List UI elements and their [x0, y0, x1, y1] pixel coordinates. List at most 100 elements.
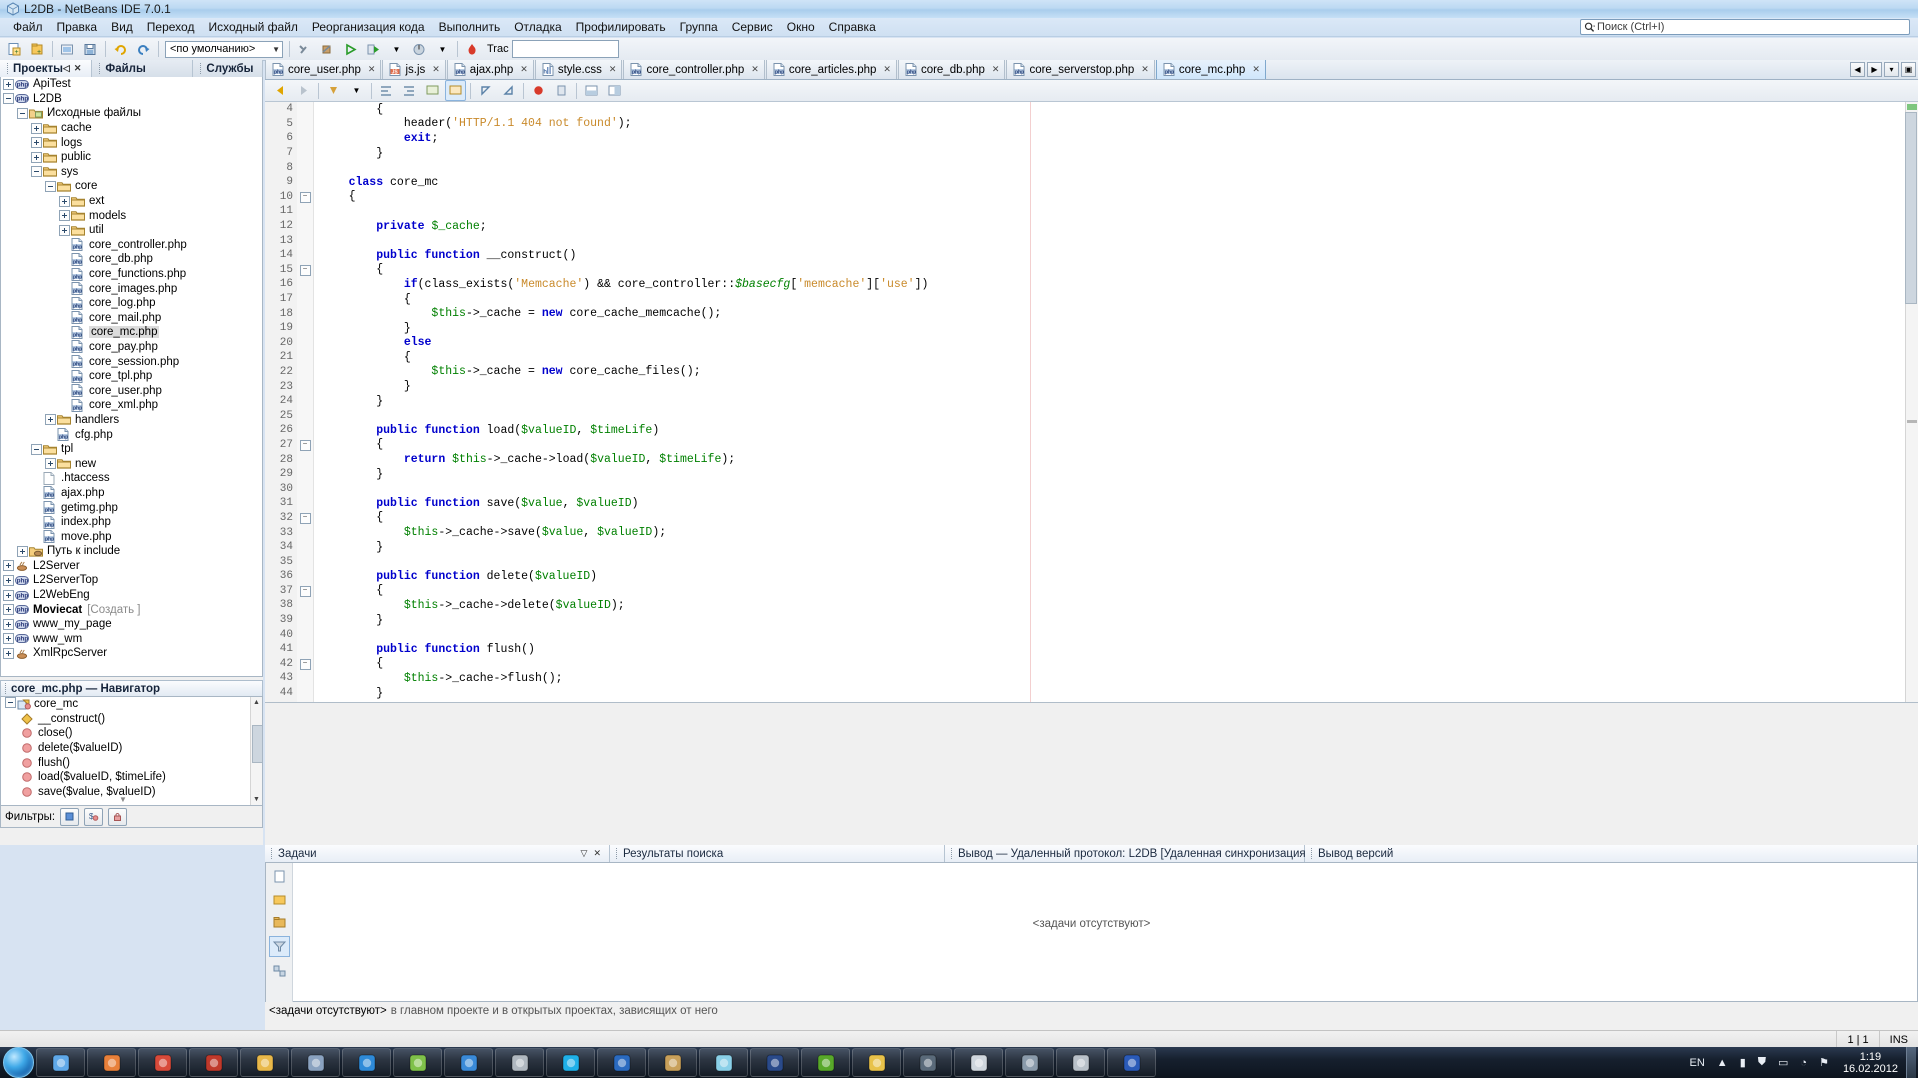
comment-icon[interactable]	[422, 80, 443, 101]
code-line[interactable]: 30	[265, 481, 1918, 496]
tree-node[interactable]: handlers	[1, 413, 262, 428]
navigator-member[interactable]: __construct()	[1, 712, 262, 727]
taskbar-item-save-app[interactable]	[291, 1048, 340, 1077]
tab-files[interactable]: Файлы	[92, 60, 194, 77]
code-line[interactable]: 24 }	[265, 394, 1918, 409]
editor-tab-js-js[interactable]: JS js.js ✕	[382, 60, 446, 79]
taskbar-item-word[interactable]	[1107, 1048, 1156, 1077]
tree-node[interactable]: XmlRpcServer	[1, 646, 262, 661]
taskbar-item-package[interactable]	[648, 1048, 697, 1077]
close-icon[interactable]: ✕	[368, 64, 376, 75]
tree-node[interactable]: php core_controller.php	[1, 238, 262, 253]
collapse-icon[interactable]	[31, 443, 42, 455]
back-icon[interactable]	[270, 80, 291, 101]
code-line[interactable]: 31 public function save($value, $valueID…	[265, 496, 1918, 511]
configuration-combo[interactable]: <по умолчанию> ▼	[165, 40, 283, 58]
fold-collapse-icon[interactable]: −	[297, 191, 313, 203]
search-input[interactable]: Поиск (Ctrl+I)	[1580, 19, 1910, 35]
menu-tools[interactable]: Сервис	[725, 18, 780, 36]
code-editor[interactable]: 4 {5 header('HTTP/1.1 404 not found'); 6 …	[265, 102, 1918, 703]
show-desktop-button[interactable]	[1906, 1047, 1916, 1078]
tree-node[interactable]: php www_my_page	[1, 617, 262, 632]
project-scope-icon[interactable]	[270, 913, 289, 932]
fold-collapse-icon[interactable]: −	[297, 439, 313, 451]
tree-node[interactable]: .htaccess	[1, 471, 262, 486]
code-line[interactable]: 15− {	[265, 263, 1918, 278]
fold-collapse-icon[interactable]: −	[297, 264, 313, 276]
profile-icon[interactable]	[409, 39, 430, 60]
close-icon[interactable]: ✕	[74, 63, 82, 74]
tree-node[interactable]: php ajax.php	[1, 486, 262, 501]
code-line[interactable]: 7 }	[265, 146, 1918, 161]
flag-icon[interactable]: ⚑	[1813, 1056, 1835, 1069]
fold-collapse-icon[interactable]: −	[297, 658, 313, 670]
tree-node[interactable]: php core_images.php	[1, 281, 262, 296]
filter-icon[interactable]: ▽	[581, 848, 588, 859]
tree-node[interactable]: php Moviecat [Создать ]	[1, 602, 262, 617]
new-project-icon[interactable]: +	[27, 39, 48, 60]
collapse-icon[interactable]	[3, 93, 14, 105]
expand-icon[interactable]	[3, 589, 14, 601]
editor-tab-ajax-php[interactable]: php ajax.php ✕	[446, 60, 534, 79]
shift-left-icon[interactable]	[376, 80, 397, 101]
split-horizontal-icon[interactable]	[581, 80, 602, 101]
code-line[interactable]: 12 private $_cache;	[265, 219, 1918, 234]
code-line[interactable]: 18 $this->_cache = new core_cache_memcac…	[265, 306, 1918, 321]
tasks-panel[interactable]: <задачи отсутствуют>	[265, 862, 1918, 1003]
scroll-down-icon[interactable]: ▼	[253, 796, 260, 803]
battery-icon[interactable]: ▭	[1772, 1056, 1794, 1069]
code-line[interactable]: 32− {	[265, 511, 1918, 526]
scrollbar-thumb[interactable]	[252, 725, 262, 763]
tree-node[interactable]: models	[1, 208, 262, 223]
tab-services[interactable]: Службы	[193, 60, 263, 77]
tree-node[interactable]: logs	[1, 135, 262, 150]
chevron-up-icon[interactable]: ▲	[1711, 1057, 1734, 1069]
code-line[interactable]: 10− {	[265, 190, 1918, 205]
split-vertical-icon[interactable]	[604, 80, 625, 101]
tree-node[interactable]: php L2ServerTop	[1, 573, 262, 588]
tree-node[interactable]: php move.php	[1, 529, 262, 544]
fold-collapse-icon[interactable]: −	[297, 585, 313, 597]
taskbar-item-opera[interactable]	[138, 1048, 187, 1077]
tree-node[interactable]: php core_user.php	[1, 383, 262, 398]
fold-collapse-icon[interactable]: −	[297, 512, 313, 524]
refresh-tasks-icon[interactable]	[270, 961, 289, 980]
close-icon[interactable]: ✕	[609, 64, 617, 75]
tab-search-results[interactable]: Результаты поиска	[610, 845, 945, 862]
editor-vertical-scrollbar[interactable]	[1905, 102, 1918, 702]
collapse-icon[interactable]	[31, 166, 42, 178]
scrollbar-thumb[interactable]	[1905, 112, 1917, 304]
menu-view[interactable]: Вид	[104, 18, 140, 36]
expand-icon[interactable]	[31, 151, 42, 163]
code-line[interactable]: 44 }	[265, 686, 1918, 701]
code-line[interactable]: 4 {	[265, 102, 1918, 117]
code-line[interactable]: 8	[265, 160, 1918, 175]
open-project-icon[interactable]	[57, 39, 78, 60]
run-icon[interactable]	[340, 39, 361, 60]
tree-node[interactable]: php index.php	[1, 515, 262, 530]
taskbar-item-cube[interactable]	[1056, 1048, 1105, 1077]
next-bookmark-icon[interactable]	[498, 80, 519, 101]
code-line[interactable]: 38 $this->_cache->delete($valueID);	[265, 598, 1918, 613]
undo-icon[interactable]	[110, 39, 131, 60]
editor-tab-core-db-php[interactable]: php core_db.php ✕	[897, 60, 1006, 79]
code-line[interactable]: 41 public function flush()	[265, 642, 1918, 657]
taskbar-item-skype[interactable]	[546, 1048, 595, 1077]
minimize-window-icon[interactable]: ◁	[63, 63, 70, 74]
code-line[interactable]: 34 }	[265, 540, 1918, 555]
taskbar-item-explorer[interactable]	[189, 1048, 238, 1077]
taskbar-item-chrome[interactable]	[36, 1048, 85, 1077]
error-stripe-mark[interactable]	[1907, 104, 1917, 110]
scroll-right-icon[interactable]: ▶	[1867, 62, 1882, 77]
save-all-icon[interactable]	[80, 39, 101, 60]
code-line[interactable]: 37− {	[265, 584, 1918, 599]
menu-navigate[interactable]: Переход	[140, 18, 202, 36]
tree-node[interactable]: php core_db.php	[1, 252, 262, 267]
close-icon[interactable]: ✕	[992, 64, 1000, 75]
menu-refactor[interactable]: Реорганизация кода	[305, 18, 432, 36]
navigator-member[interactable]: close()	[1, 726, 262, 741]
language-indicator[interactable]: EN	[1684, 1057, 1711, 1069]
expand-icon[interactable]	[45, 458, 56, 470]
expand-icon[interactable]	[17, 545, 28, 557]
close-icon[interactable]: ✕	[1141, 64, 1149, 75]
